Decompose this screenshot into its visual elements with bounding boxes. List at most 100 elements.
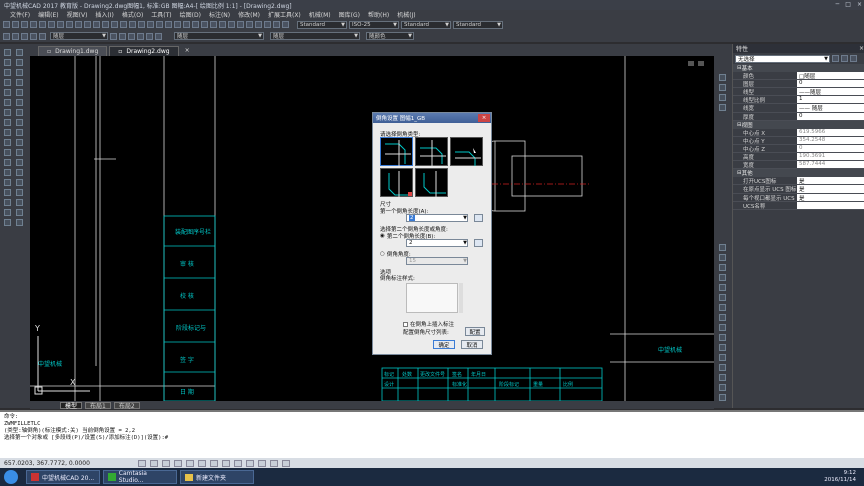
properties-icon[interactable] xyxy=(138,21,145,28)
tp-icon[interactable] xyxy=(234,459,242,467)
chamfer-icon[interactable] xyxy=(16,179,23,186)
snap-icon[interactable] xyxy=(138,459,146,467)
mech-dim-4-icon[interactable] xyxy=(719,104,726,111)
mtext-icon[interactable] xyxy=(4,219,11,226)
lock-toolbar-icon[interactable] xyxy=(282,459,290,467)
sel-cycle-icon[interactable] xyxy=(246,459,254,467)
layer-tool-1-icon[interactable] xyxy=(137,32,144,40)
rotate-icon[interactable] xyxy=(16,109,23,116)
mirror-icon[interactable] xyxy=(16,69,23,76)
prop-row[interactable]: 中心点 Z0 xyxy=(733,144,864,154)
ellipse-icon[interactable] xyxy=(4,129,11,136)
linetype-combo[interactable]: 随层 ▼ xyxy=(174,32,264,40)
tab-layout1[interactable]: 布局1 xyxy=(85,401,111,410)
select-objects-icon[interactable] xyxy=(841,55,848,62)
open-file-icon[interactable] xyxy=(12,21,19,28)
system-clock[interactable]: 9:12 2016/11/14 xyxy=(824,470,856,484)
arc-icon[interactable] xyxy=(4,89,11,96)
prop-row[interactable]: 线宽 —— 随层 xyxy=(733,104,864,113)
circle-icon[interactable] xyxy=(4,99,11,106)
view-7-icon[interactable] xyxy=(719,344,726,351)
mech-tool-7-icon[interactable] xyxy=(255,21,262,28)
color-icon[interactable] xyxy=(128,32,135,40)
close-window-button[interactable]: × xyxy=(857,1,862,8)
break-icon[interactable] xyxy=(16,159,23,166)
trim-icon[interactable] xyxy=(16,139,23,146)
tab-layout2[interactable]: 布局2 xyxy=(113,401,140,410)
view-11-icon[interactable] xyxy=(719,384,726,391)
menu-mechanical-2[interactable]: 机械(J) xyxy=(397,10,415,19)
tool-palette-icon[interactable] xyxy=(156,21,163,28)
chamfer-type-3[interactable] xyxy=(450,137,483,166)
osnap-icon[interactable] xyxy=(186,459,194,467)
prop-row[interactable]: 高度 190.3691 xyxy=(733,153,864,162)
otrack-icon[interactable] xyxy=(198,459,206,467)
mech-icon[interactable] xyxy=(16,209,23,216)
mech-tool-2-icon[interactable] xyxy=(210,21,217,28)
layer-tool-3-icon[interactable] xyxy=(155,32,162,40)
polygon-icon[interactable] xyxy=(4,69,11,76)
mleader-style-combo[interactable]: Standard ▼ xyxy=(453,20,503,29)
viewport-minimize-icon[interactable] xyxy=(688,61,694,66)
mech-tool-1-icon[interactable] xyxy=(201,21,208,28)
second-length-combo[interactable]: 2 ▼ xyxy=(406,239,468,247)
prop-row[interactable]: 厚度 0 xyxy=(733,112,864,121)
viewport-close-icon[interactable] xyxy=(698,61,704,66)
menu-mechanical[interactable]: 机械(M) xyxy=(309,10,331,19)
quick-select-icon[interactable] xyxy=(832,55,839,62)
paste-icon[interactable] xyxy=(66,21,73,28)
view-6-icon[interactable] xyxy=(719,334,726,341)
layer-icon[interactable] xyxy=(183,21,190,28)
prop-row[interactable]: 在原点显示 UCS 图标是 xyxy=(733,185,864,194)
ellipse-arc-icon[interactable] xyxy=(4,139,11,146)
new-file-icon[interactable] xyxy=(3,21,10,28)
layer-combo[interactable]: 随层 ▼ xyxy=(50,32,108,40)
polyline-icon[interactable] xyxy=(4,59,11,66)
model-space-icon[interactable] xyxy=(258,459,266,467)
lightbulb-icon[interactable] xyxy=(12,32,19,40)
mech-tool-9-icon[interactable] xyxy=(273,21,280,28)
cloud-icon[interactable] xyxy=(4,109,11,116)
lineweight-combo[interactable]: 随层 ▼ xyxy=(270,32,360,40)
menu-insert[interactable]: 插入(I) xyxy=(95,10,113,19)
start-button-icon[interactable] xyxy=(4,470,18,484)
prop-row[interactable]: 每个视口都显示 UCS 是 xyxy=(733,193,864,202)
chamfer-type-2[interactable] xyxy=(415,137,448,166)
menu-modify[interactable]: 修改(M) xyxy=(238,10,260,19)
view-5-icon[interactable] xyxy=(719,324,726,331)
chamfer-type-4[interactable] xyxy=(380,168,413,197)
mech-tool-3-icon[interactable] xyxy=(219,21,226,28)
view-8-icon[interactable] xyxy=(719,354,726,361)
tab-drawing1[interactable]: ▫ Drawing1.dwg xyxy=(38,46,108,56)
dialog-close-button[interactable]: × xyxy=(478,114,490,122)
make-block-icon[interactable] xyxy=(4,159,11,166)
angle-combo[interactable]: 15 ▼ xyxy=(406,257,468,265)
preview-icon[interactable] xyxy=(39,21,46,28)
zoom-out-icon[interactable] xyxy=(719,254,726,261)
view-icon[interactable] xyxy=(719,284,726,291)
section-view[interactable]: ⊟ 视图 xyxy=(733,120,864,129)
orbit-icon[interactable] xyxy=(719,274,726,281)
tab-model[interactable]: 模型 xyxy=(60,401,83,410)
previous-layer-icon[interactable] xyxy=(119,32,126,40)
close-panel-icon[interactable]: × xyxy=(859,45,864,52)
plot-style-combo[interactable]: 随颜色 ▼ xyxy=(366,32,414,40)
sun-icon[interactable] xyxy=(21,32,28,40)
section-other[interactable]: ⊟ 其他 xyxy=(733,169,864,178)
mech-dim-icon[interactable] xyxy=(719,74,726,81)
section-basic[interactable]: ⊟ 基本 xyxy=(733,64,864,73)
zoom-window-icon[interactable] xyxy=(120,21,127,28)
prop-row[interactable]: 宽度 587.7444 xyxy=(733,161,864,170)
mech-tool-4-icon[interactable] xyxy=(228,21,235,28)
prop-row[interactable]: 颜色 □随层 xyxy=(733,72,864,81)
table-icon[interactable] xyxy=(4,209,11,216)
zoom-realtime-icon[interactable] xyxy=(111,21,118,28)
view-2-icon[interactable] xyxy=(719,294,726,301)
first-length-combo[interactable]: 2 ▼ xyxy=(406,214,468,222)
grid-icon[interactable] xyxy=(150,459,158,467)
mech-tool-8-icon[interactable] xyxy=(264,21,271,28)
prop-row[interactable]: 线型比例 1 xyxy=(733,96,864,105)
minimize-button[interactable]: ─ xyxy=(836,1,840,8)
menu-tools[interactable]: 工具(T) xyxy=(151,10,171,19)
erase-icon[interactable] xyxy=(16,49,23,56)
